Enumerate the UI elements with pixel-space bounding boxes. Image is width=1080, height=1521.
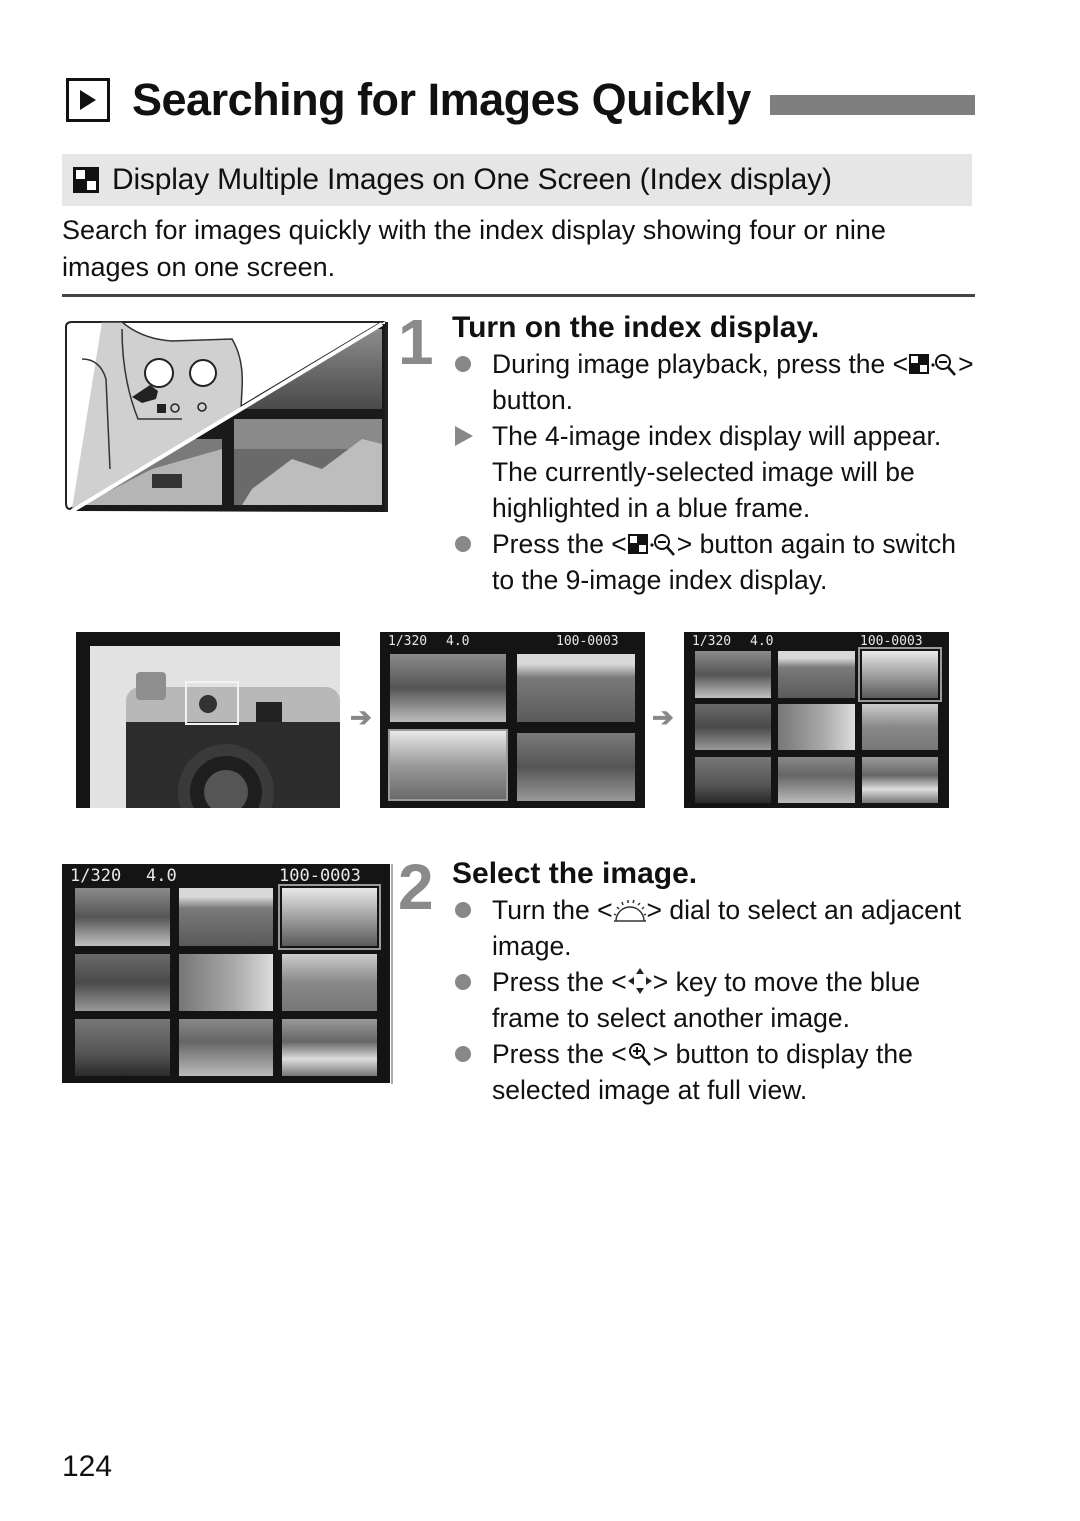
thumbnail[interactable] [861,756,939,803]
thumbnail-selected[interactable] [278,884,381,950]
four-image-index-screen: 1/320 4.0 100-0003 [380,632,645,808]
item-text: The 4-image index display will appear. T… [492,421,942,523]
thumbnail[interactable] [75,888,170,946]
index-display-icon [73,167,99,193]
list-item: Turn the < > dial to select an adjacent i… [452,892,982,964]
aperture: 4.0 [750,634,774,649]
result-arrow-icon [455,418,485,454]
bullet-icon [455,892,485,928]
step-2: Select the image. Turn the < > dial to se… [452,856,982,1108]
thumbnail[interactable] [178,1018,274,1077]
bullet-icon [455,1036,485,1072]
step-divider [385,322,388,512]
thumbnail-selected[interactable] [388,729,508,801]
step-title: Select the image. [452,857,698,890]
list-item: Press the < > button to display the selec… [452,1036,982,1108]
step-1: Turn on the index display. During image … [452,310,982,598]
item-text: Press the < [492,967,627,997]
shutter-speed: 1/320 [692,634,732,649]
thumbnail[interactable] [861,703,939,751]
file-number: 100-0003 [279,866,361,886]
thumbnail[interactable] [694,703,772,751]
thumbnail[interactable] [178,888,274,946]
step-number: 2 [398,851,434,923]
arrow-icon: ➔ [350,702,372,732]
shutter-speed: 1/320 [388,634,428,649]
thumbnail-selected[interactable] [857,647,943,702]
divider [62,294,975,297]
item-text: Press the < [492,529,627,559]
bullet-icon [455,346,485,382]
item-text: Press the < [492,1039,627,1069]
index-reduce-button-icon [627,534,675,556]
intro-text: Search for images quickly with the index… [62,215,886,282]
file-number: 100-0003 [556,634,619,649]
thumbnail[interactable] [75,953,170,1011]
thumbnail[interactable] [178,953,274,1011]
item-text: Turn the < [492,895,613,925]
list-item: Press the < > button again to switch to t… [452,526,982,598]
main-dial-icon [613,899,646,922]
shutter-speed: 1/320 [70,866,122,886]
thumbnail[interactable] [694,651,772,698]
aperture: 4.0 [446,634,470,649]
section-header: Display Multiple Images on One Screen (I… [62,154,972,206]
thumbnail[interactable] [390,654,506,722]
bullet-icon [455,526,485,562]
magnify-button-icon [628,1043,651,1066]
step-2-list: Turn the < > dial to select an adjacent i… [452,892,982,1108]
camera-button-illustration [62,319,388,512]
step-title: Turn on the index display. [452,311,820,344]
cross-keys-icon [627,968,652,994]
playback-icon [66,78,110,122]
page-title: Searching for Images Quickly [132,74,751,125]
page-number: 124 [62,1450,113,1483]
step-number: 1 [398,306,434,378]
index-reduce-button-icon [909,354,957,376]
file-number: 100-0003 [860,634,923,649]
thumbnail[interactable] [778,651,855,698]
aperture: 4.0 [146,866,177,886]
list-item: Press the < > key to move the blue frame … [452,964,982,1036]
thumbnail[interactable] [75,1018,170,1077]
full-view-screen [76,632,340,808]
step-divider [391,864,393,1084]
nine-image-index-screen-large: 1/320 4.0 100-0003 [62,864,390,1083]
thumbnail[interactable] [282,1018,377,1077]
bullet-icon [455,964,485,1000]
page-title-row: Searching for Images Quickly [66,74,751,126]
nine-image-index-screen: 1/320 4.0 100-0003 [684,632,949,808]
section-title: Display Multiple Images on One Screen (I… [112,163,832,196]
arrow-icon: ➔ [652,702,674,732]
list-item: During image playback, press the < > butt… [452,346,982,418]
title-decoration-bar [770,95,975,115]
list-item: The 4-image index display will appear. T… [452,418,982,526]
thumbnail[interactable] [778,756,855,803]
thumbnail[interactable] [517,654,635,722]
item-text: During image playback, press the < [492,349,909,379]
step-1-list: During image playback, press the < > butt… [452,346,982,598]
thumbnail[interactable] [517,733,635,801]
thumbnail[interactable] [282,953,377,1011]
thumbnail[interactable] [694,756,772,803]
thumbnail[interactable] [778,703,855,751]
